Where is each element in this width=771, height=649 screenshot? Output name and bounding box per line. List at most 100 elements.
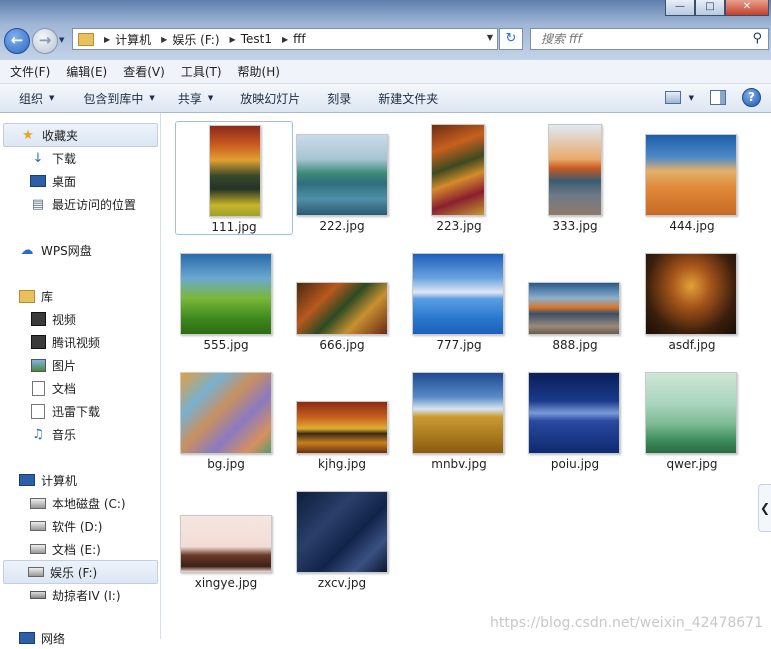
search-icon[interactable]: ⚲	[752, 31, 762, 46]
view-icon[interactable]	[664, 91, 681, 104]
nav-computer[interactable]: 计算机	[19, 469, 77, 491]
file-item[interactable]: kjhg.jpg	[284, 359, 400, 471]
file-item[interactable]: 777.jpg	[401, 240, 517, 352]
slideshow-button[interactable]: 放映幻灯片	[231, 90, 310, 107]
file-item[interactable]: 444.jpg	[634, 121, 750, 233]
film-icon	[30, 312, 46, 326]
search-box[interactable]: ⚲	[530, 28, 769, 50]
menu-edit[interactable]: 编辑(E)	[56, 63, 113, 80]
maximize-button[interactable]: □	[695, 0, 725, 16]
nav-desktop[interactable]: 桌面	[30, 170, 76, 192]
file-item[interactable]: 666.jpg	[284, 240, 400, 352]
chevron-down-icon: ▼	[49, 94, 55, 102]
network-icon	[19, 631, 35, 645]
breadcrumb-test1[interactable]: Test1	[239, 32, 278, 46]
nav-music-label: 音乐	[52, 427, 77, 442]
cloud-icon: ☁	[20, 242, 34, 258]
menu-help[interactable]: 帮助(H)	[228, 63, 286, 80]
nav-drive-e[interactable]: 文档 (E:)	[30, 538, 101, 560]
slideshow-label: 放映幻灯片	[240, 91, 301, 106]
usb-drive-icon	[30, 588, 46, 602]
file-item[interactable]: bg.jpg	[168, 359, 284, 471]
file-item[interactable]: 223.jpg	[401, 121, 517, 233]
file-item[interactable]: xingye.jpg	[168, 478, 284, 590]
folder-icon	[78, 32, 94, 46]
nav-xunlei[interactable]: 迅雷下载	[30, 400, 100, 422]
address-dropdown-icon[interactable]: ▼	[487, 33, 493, 42]
nav-drive-i[interactable]: 劫掠者IV (I:)	[30, 584, 121, 606]
file-name: asdf.jpg	[668, 338, 716, 352]
back-button[interactable]: ←	[4, 28, 30, 54]
new-folder-label: 新建文件夹	[378, 91, 439, 106]
nav-drive-c[interactable]: 本地磁盘 (C:)	[30, 492, 126, 514]
breadcrumb-chevron-icon[interactable]: ▶	[157, 35, 170, 44]
address-bar[interactable]: ▶ 计算机 ▶ 娱乐 (F:) ▶ Test1 ▶ fff ▼	[72, 28, 498, 50]
breadcrumb-chevron-icon[interactable]: ▶	[278, 35, 291, 44]
file-item[interactable]: mnbv.jpg	[401, 359, 517, 471]
file-item[interactable]: zxcv.jpg	[284, 478, 400, 590]
file-item[interactable]: 333.jpg	[517, 121, 633, 233]
minimize-button[interactable]: —	[665, 0, 695, 16]
file-name: 777.jpg	[436, 338, 482, 352]
recent-pages-dropdown[interactable]: ▼	[59, 36, 64, 44]
thumbnail-island-sunset	[548, 124, 602, 216]
include-in-library-button[interactable]: 包含到库中 ▼	[74, 90, 164, 107]
file-name: poiu.jpg	[550, 457, 600, 471]
breadcrumb-chevron-icon[interactable]: ▶	[100, 35, 113, 44]
search-input[interactable]	[539, 31, 743, 47]
nav-drive-c-label: 本地磁盘 (C:)	[52, 496, 126, 511]
burn-button[interactable]: 刻录	[318, 90, 361, 107]
breadcrumb-chevron-icon[interactable]: ▶	[226, 35, 239, 44]
thumbnail-misty-river	[296, 134, 388, 216]
file-name: 666.jpg	[319, 338, 365, 352]
thumbnail-autumn-forest	[431, 124, 485, 216]
nav-documents[interactable]: 文档	[30, 377, 76, 399]
nav-music[interactable]: ♫ 音乐	[30, 423, 76, 445]
breadcrumb-drive-f[interactable]: 娱乐 (F:)	[170, 31, 225, 48]
file-item[interactable]: asdf.jpg	[634, 240, 750, 352]
share-button[interactable]: 共享 ▼	[169, 90, 223, 107]
menu-file[interactable]: 文件(F)	[0, 63, 56, 80]
nav-drive-f[interactable]: 娱乐 (F:)	[3, 560, 158, 584]
preview-pane-icon[interactable]	[710, 90, 726, 105]
computer-icon	[19, 473, 35, 487]
file-name: 111.jpg	[211, 220, 257, 234]
nav-tencent-video[interactable]: 腾讯视频	[30, 331, 100, 353]
thumbnail-autumn-reflection	[296, 401, 388, 454]
nav-wps-label: WPS网盘	[41, 243, 92, 258]
file-item[interactable]: 222.jpg	[284, 121, 400, 233]
file-list: 111.jpg 222.jpg 223.jpg 333.jpg 444.jpg …	[161, 113, 771, 639]
organize-button[interactable]: 组织 ▼	[10, 90, 64, 107]
nav-wps[interactable]: ☁ WPS网盘	[19, 239, 92, 261]
nav-pictures-label: 图片	[52, 358, 77, 373]
title-bar: — □ ✕ ← → ▼ ▶ 计算机 ▶ 娱乐 (F:) ▶ Test1 ▶ ff…	[0, 0, 771, 60]
menu-view[interactable]: 查看(V)	[113, 63, 171, 80]
film-icon	[30, 335, 46, 349]
nav-pictures[interactable]: 图片	[30, 354, 76, 376]
file-item[interactable]: qwer.jpg	[634, 359, 750, 471]
file-item[interactable]: poiu.jpg	[517, 359, 633, 471]
breadcrumb-computer[interactable]: 计算机	[113, 31, 157, 48]
close-button[interactable]: ✕	[725, 0, 769, 16]
thumbnail-blue-city	[528, 372, 620, 454]
nav-drive-i-label: 劫掠者IV (I:)	[52, 588, 121, 603]
preview-pane-toggle[interactable]: ❮	[758, 484, 771, 532]
refresh-button[interactable]: ↻	[499, 28, 523, 50]
nav-drive-d[interactable]: 软件 (D:)	[30, 515, 102, 537]
file-item[interactable]: 111.jpg	[175, 121, 293, 235]
new-folder-button[interactable]: 新建文件夹	[369, 90, 448, 107]
breadcrumb-fff[interactable]: fff	[291, 32, 312, 46]
nav-libraries[interactable]: 库	[19, 285, 53, 307]
nav-recent[interactable]: ▤ 最近访问的位置	[30, 193, 136, 215]
file-item[interactable]: 888.jpg	[517, 240, 633, 352]
forward-button[interactable]: →	[32, 28, 58, 54]
help-icon[interactable]: ?	[742, 88, 761, 107]
nav-videos[interactable]: 视频	[30, 308, 76, 330]
file-item[interactable]: 555.jpg	[168, 240, 284, 352]
nav-network[interactable]: 网络	[19, 627, 65, 649]
menu-tools[interactable]: 工具(T)	[171, 63, 228, 80]
nav-downloads[interactable]: ↓ 下载	[30, 147, 76, 169]
view-dropdown-icon[interactable]: ▼	[689, 94, 694, 102]
nav-favorites[interactable]: ★ 收藏夹	[3, 123, 158, 147]
picture-icon	[30, 358, 46, 372]
